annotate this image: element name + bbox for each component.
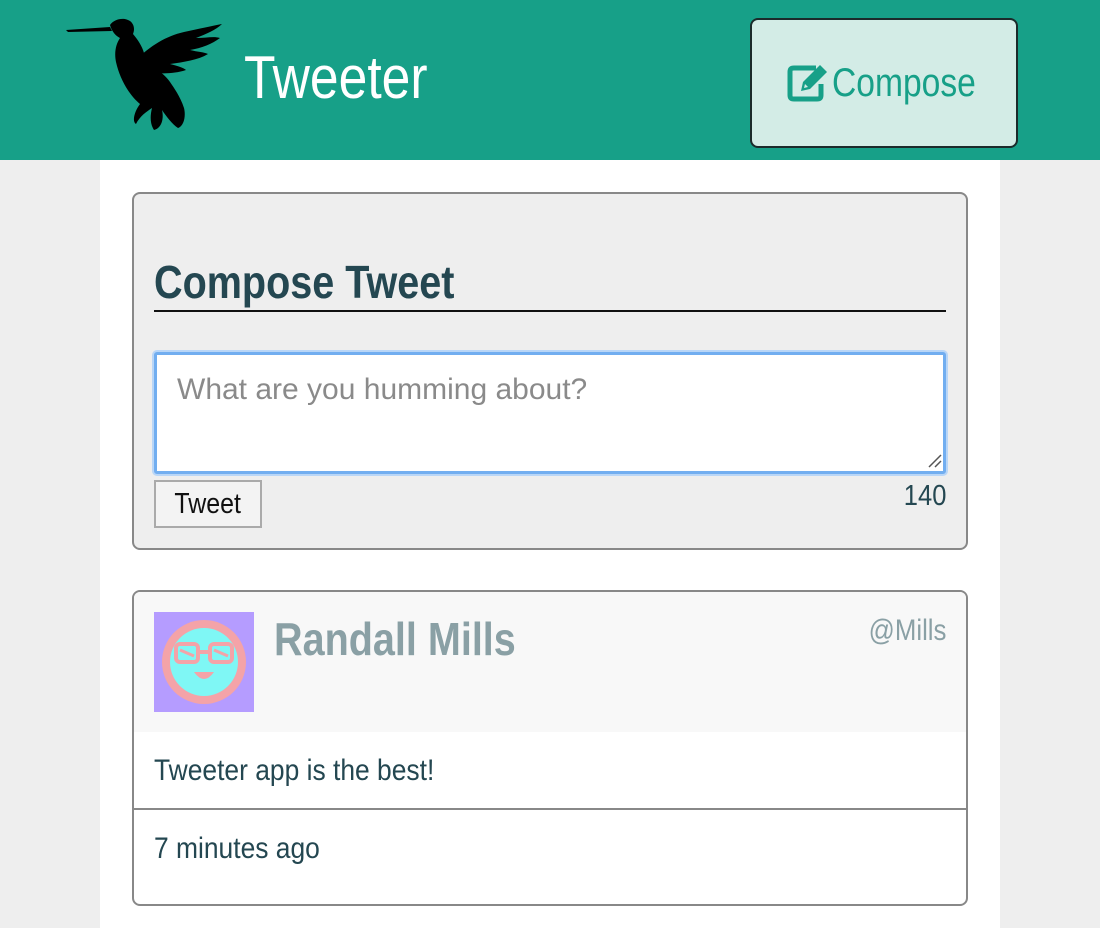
tweet-card: Randall Mills @Mills Tweeter app is the … xyxy=(132,590,968,906)
compose-button-label: Compose xyxy=(832,60,976,105)
main-container: Compose Tweet Tweet 140 Randal xyxy=(100,160,1000,928)
tweet-textarea[interactable] xyxy=(154,352,946,474)
resize-handle-icon[interactable] xyxy=(926,452,942,468)
tweet-submit-button[interactable]: Tweet xyxy=(154,480,262,528)
compose-tweet-panel: Compose Tweet Tweet 140 xyxy=(132,192,968,550)
author-handle: @Mills xyxy=(868,614,946,647)
hummingbird-icon xyxy=(66,18,222,131)
compose-tweet-heading-text: Compose Tweet xyxy=(154,256,455,308)
compose-button[interactable]: Compose xyxy=(750,18,1018,148)
tweet-submit-label: Tweet xyxy=(174,487,242,520)
edit-icon xyxy=(787,65,827,102)
tweet-content: Tweeter app is the best! xyxy=(134,732,966,810)
tweet-footer: 7 minutes ago xyxy=(134,810,966,900)
tweet-header: Randall Mills @Mills xyxy=(134,592,966,732)
tweet-timestamp: 7 minutes ago xyxy=(154,832,320,865)
top-nav: Tweeter Compose xyxy=(0,0,1100,160)
tweet-content-text: Tweeter app is the best! xyxy=(154,754,435,787)
compose-tweet-heading: Compose Tweet xyxy=(154,254,946,312)
avatar-face-icon xyxy=(154,612,254,712)
brand-title: Tweeter xyxy=(244,44,428,111)
author-name: Randall Mills xyxy=(274,613,516,665)
character-counter: 140 xyxy=(903,480,946,512)
